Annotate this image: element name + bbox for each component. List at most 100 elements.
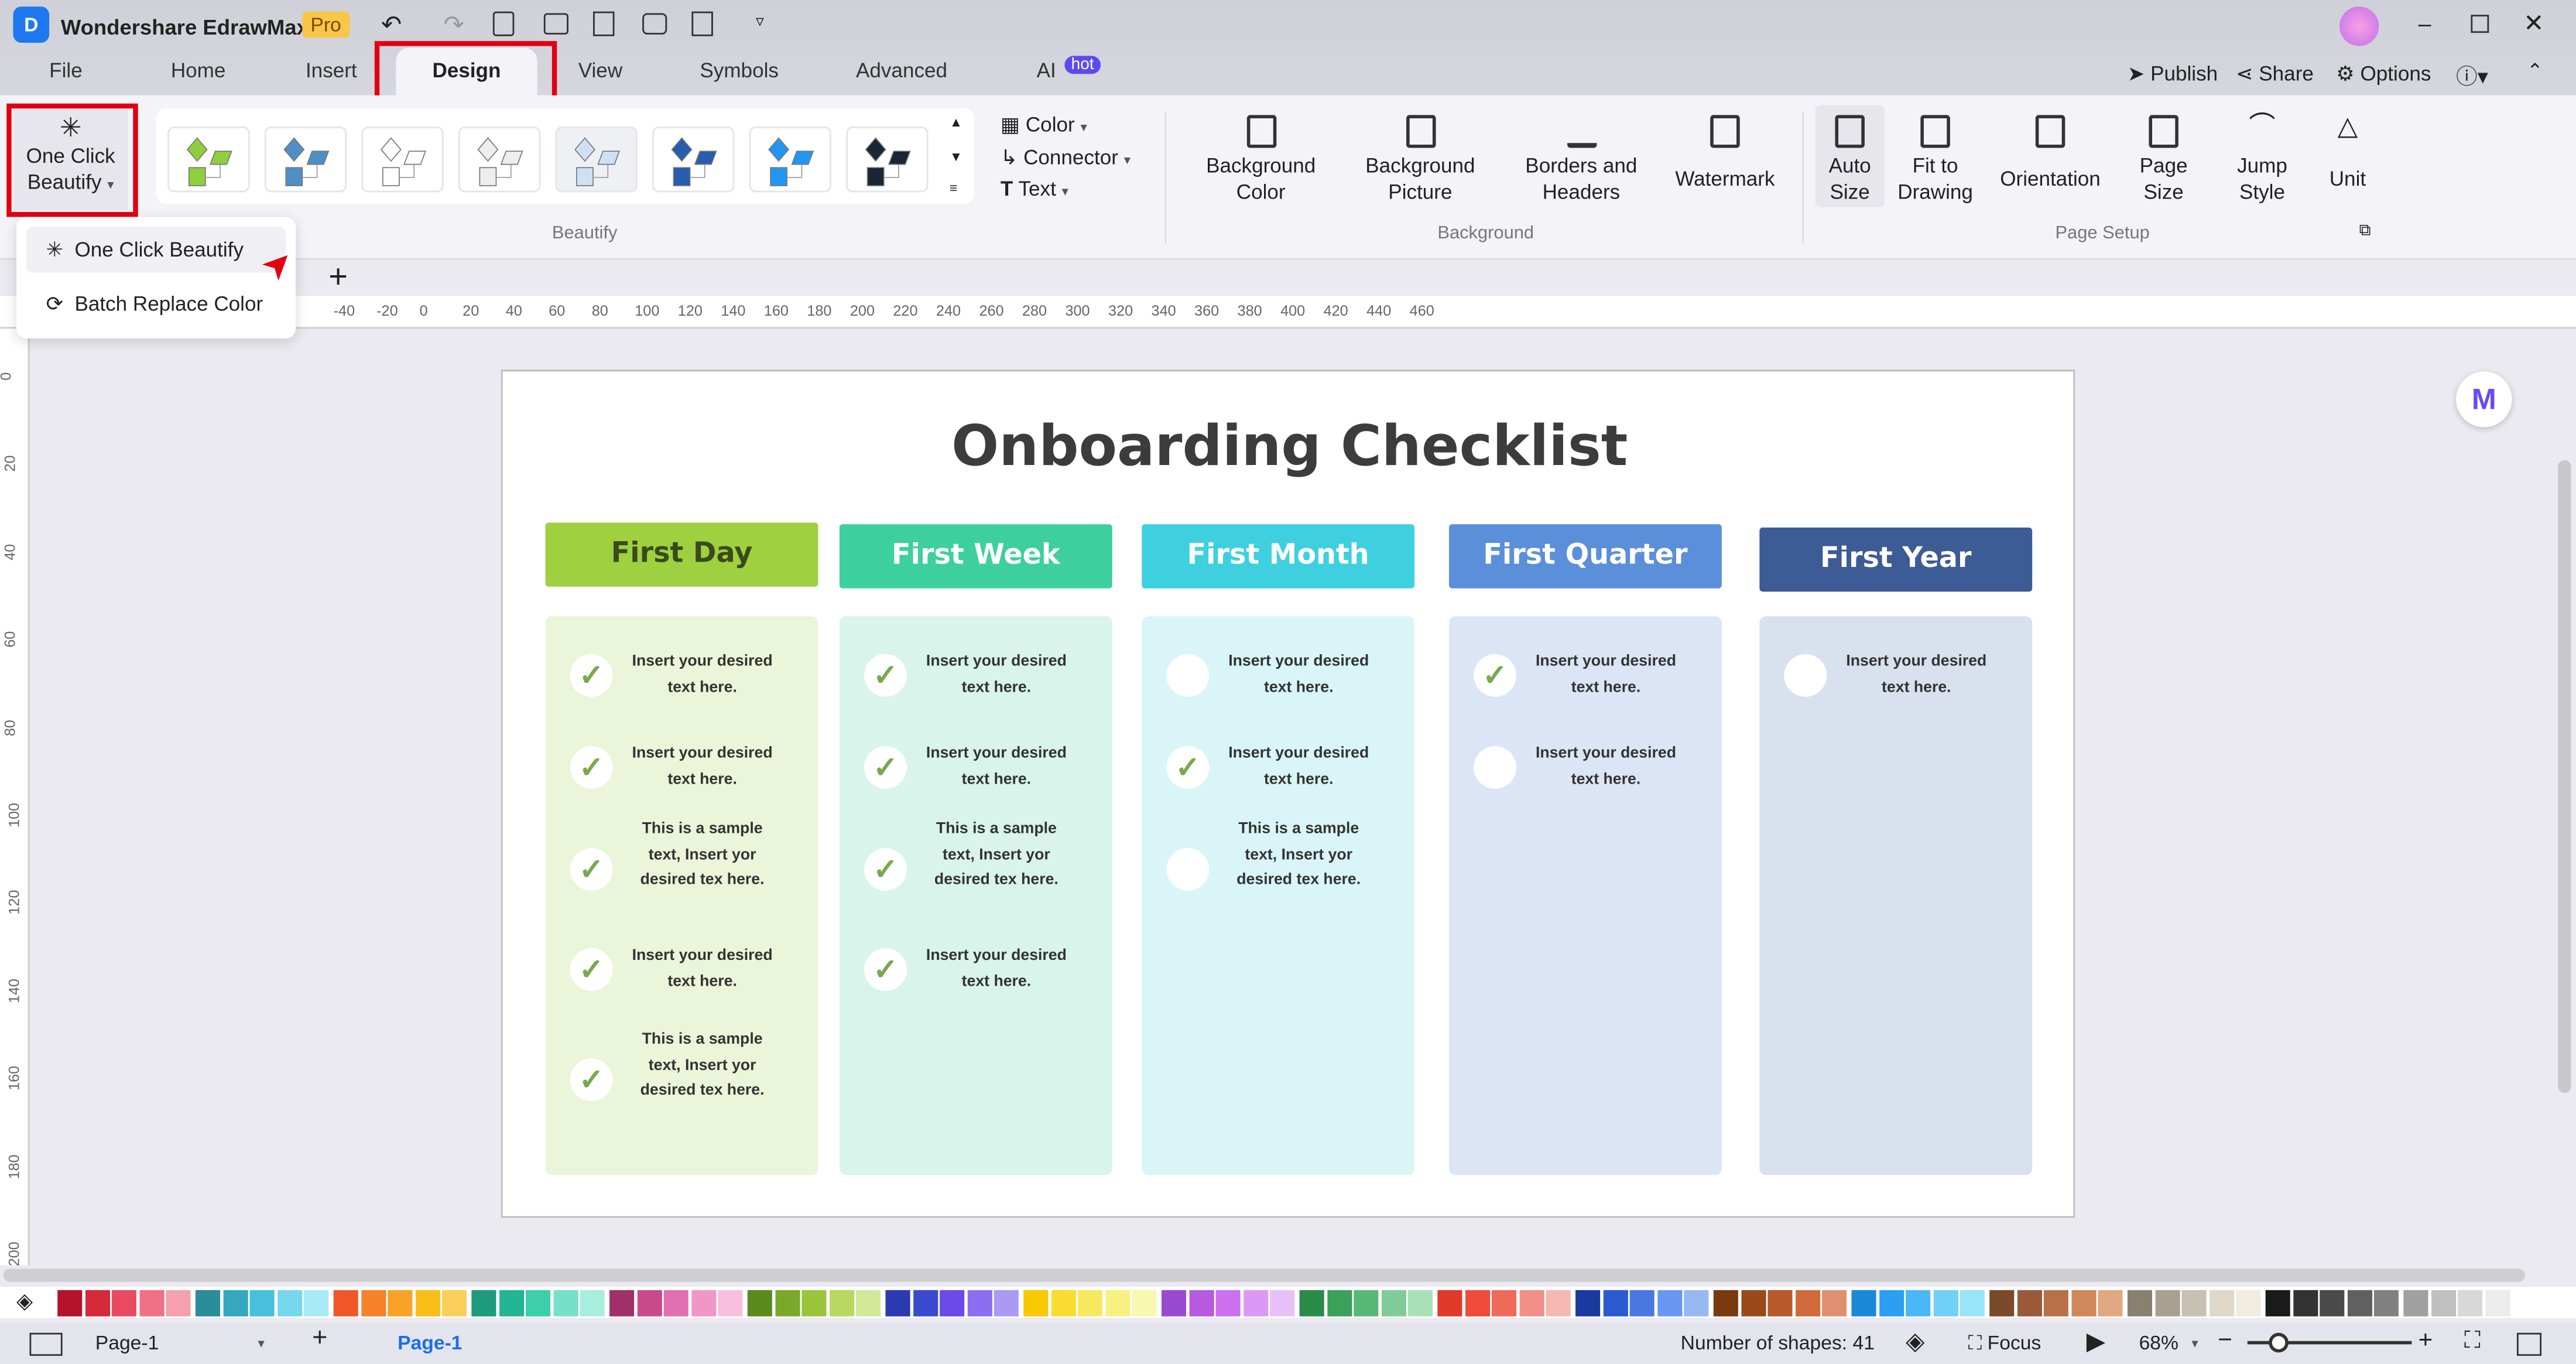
color-swatch[interactable] — [442, 1290, 468, 1317]
column-body[interactable]: Insert your desired text here. — [1759, 616, 2033, 1175]
color-swatch[interactable] — [718, 1290, 744, 1317]
horizontal-scrollbar[interactable] — [3, 1269, 2526, 1282]
publish-button[interactable]: ➤ Publish — [2128, 61, 2218, 86]
ai-assistant-icon[interactable]: M — [2456, 371, 2512, 428]
check-icon[interactable]: ✓ — [570, 746, 613, 789]
collapse-ribbon-icon[interactable]: ⌃ — [2527, 59, 2543, 82]
color-swatch[interactable] — [112, 1290, 137, 1317]
color-swatch[interactable] — [691, 1290, 716, 1317]
orientation-button[interactable]: Orientation — [1993, 115, 2108, 191]
tab-home[interactable]: Home — [171, 59, 226, 82]
check-icon[interactable]: ✓ — [570, 1058, 613, 1102]
column-body[interactable]: ✓ Insert your desired text here. ✓ Insert y… — [545, 616, 818, 1175]
background-color-button[interactable]: Background Color — [1199, 115, 1322, 205]
beautify-theme-8[interactable] — [846, 127, 929, 193]
color-swatch[interactable] — [1906, 1290, 1931, 1317]
open-folder-icon[interactable] — [543, 13, 568, 35]
checklist-item[interactable]: ✓ Insert your desired text here. — [840, 946, 1112, 1030]
color-swatch[interactable] — [1381, 1290, 1406, 1317]
minimize-icon[interactable]: – — [2419, 10, 2431, 36]
color-swatch[interactable] — [1437, 1290, 1462, 1317]
color-swatch[interactable] — [664, 1290, 689, 1317]
color-swatch[interactable] — [1684, 1290, 1710, 1317]
checklist-item[interactable]: Insert your desired text here. — [1142, 652, 1414, 736]
color-swatch[interactable] — [1575, 1290, 1601, 1317]
new-icon[interactable] — [492, 11, 515, 36]
color-swatch[interactable] — [2071, 1290, 2097, 1317]
help-icon[interactable]: ⓘ▾ — [2456, 59, 2488, 90]
tab-ai[interactable]: AI — [1037, 59, 1056, 82]
check-icon[interactable]: ✓ — [570, 654, 613, 697]
connector-button[interactable]: ↳ Connector ▾ — [1001, 145, 1131, 169]
color-swatch[interactable] — [57, 1290, 83, 1317]
customize-toolbar-icon[interactable]: ▿ — [756, 13, 764, 31]
layers-icon[interactable]: ◈ — [1906, 1327, 1924, 1356]
color-swatch[interactable] — [1630, 1290, 1655, 1317]
checklist-item[interactable]: ✓ Insert your desired text here. — [1142, 744, 1414, 828]
tab-advanced[interactable]: Advanced — [856, 59, 947, 82]
color-swatch[interactable] — [775, 1290, 800, 1317]
column-header[interactable]: First Day — [545, 522, 818, 587]
fill-bucket-icon[interactable]: ◈ — [16, 1288, 33, 1315]
zoom-out-button[interactable]: − — [2218, 1327, 2232, 1355]
color-swatch[interactable] — [636, 1290, 662, 1317]
play-icon[interactable]: ▶ — [2087, 1327, 2105, 1356]
checklist-item[interactable]: ✓ Insert your desired text here. — [1449, 652, 1722, 736]
checklist-item[interactable]: ✓ Insert your desired text here. — [840, 652, 1112, 736]
color-swatch[interactable] — [166, 1290, 191, 1317]
fit-page-icon[interactable]: ⛶ — [2464, 1327, 2481, 1355]
color-swatch[interactable] — [747, 1290, 772, 1317]
check-icon[interactable]: ✓ — [1166, 746, 1210, 789]
color-swatch[interactable] — [2265, 1290, 2290, 1317]
fullscreen-icon[interactable] — [2516, 1332, 2542, 1356]
check-icon[interactable]: ✓ — [864, 746, 907, 789]
color-swatch[interactable] — [361, 1290, 386, 1317]
check-icon[interactable]: ✓ — [864, 847, 907, 891]
color-swatch[interactable] — [1960, 1290, 1985, 1317]
zoom-in-button[interactable]: + — [2419, 1327, 2433, 1355]
theme-scroll-up[interactable]: ▲ — [950, 115, 962, 129]
color-swatch[interactable] — [553, 1290, 578, 1317]
column-header[interactable]: First Quarter — [1448, 524, 1722, 589]
beautify-theme-4[interactable] — [458, 127, 541, 193]
color-swatch[interactable] — [333, 1290, 358, 1317]
share-button[interactable]: ⋖ Share — [2236, 61, 2314, 86]
column-body[interactable]: Insert your desired text here. ✓ Insert yo… — [1142, 616, 1415, 1175]
color-swatch[interactable] — [2016, 1290, 2041, 1317]
beautify-theme-7[interactable] — [749, 127, 831, 193]
checklist-item[interactable]: ✓ Insert your desired text here. — [546, 946, 818, 1030]
save-icon[interactable] — [593, 11, 615, 36]
color-swatch[interactable] — [1243, 1290, 1268, 1317]
column-body[interactable]: ✓ Insert your desired text here. Insert yo… — [1448, 616, 1722, 1175]
tab-view[interactable]: View — [578, 59, 622, 82]
color-swatch[interactable] — [277, 1290, 302, 1317]
color-swatch[interactable] — [994, 1290, 1019, 1317]
checklist-item[interactable]: ✓ This is a sample text, Insert yor desir… — [546, 1030, 818, 1114]
column-header[interactable]: First Year — [1759, 527, 2033, 592]
page-selector-chevron-icon[interactable]: ▾ — [258, 1336, 265, 1351]
color-swatch[interactable] — [940, 1290, 965, 1317]
menu-item-batch-replace-color[interactable]: ⟳ Batch Replace Color — [26, 283, 286, 329]
check-icon[interactable]: ✓ — [570, 847, 613, 891]
color-swatch[interactable] — [304, 1290, 330, 1317]
beautify-theme-3[interactable] — [361, 127, 444, 193]
color-swatch[interactable] — [1933, 1290, 1958, 1317]
page-panel-icon[interactable] — [29, 1332, 63, 1356]
vertical-scrollbar[interactable] — [2558, 460, 2571, 1093]
color-swatch[interactable] — [1713, 1290, 1738, 1317]
undo-icon[interactable]: ↶ — [381, 10, 402, 40]
color-swatch[interactable] — [1408, 1290, 1434, 1317]
color-swatch[interactable] — [2098, 1290, 2123, 1317]
color-swatch[interactable] — [1851, 1290, 1876, 1317]
theme-scroll-down[interactable]: ▼ — [950, 149, 962, 164]
color-swatch[interactable] — [2236, 1290, 2262, 1317]
color-swatch[interactable] — [1546, 1290, 1571, 1317]
diagram-page[interactable]: Onboarding Checklist First Day ✓ Insert yo… — [501, 370, 2075, 1218]
background-picture-button[interactable]: Background Picture — [1359, 115, 1482, 205]
focus-button[interactable]: ⛶ Focus — [1968, 1331, 2041, 1356]
color-swatch[interactable] — [526, 1290, 551, 1317]
color-swatch[interactable] — [2374, 1290, 2400, 1317]
close-icon[interactable]: ✕ — [2523, 8, 2544, 38]
unchecked-circle-icon[interactable] — [1166, 654, 1210, 697]
color-swatch[interactable] — [2458, 1290, 2483, 1317]
